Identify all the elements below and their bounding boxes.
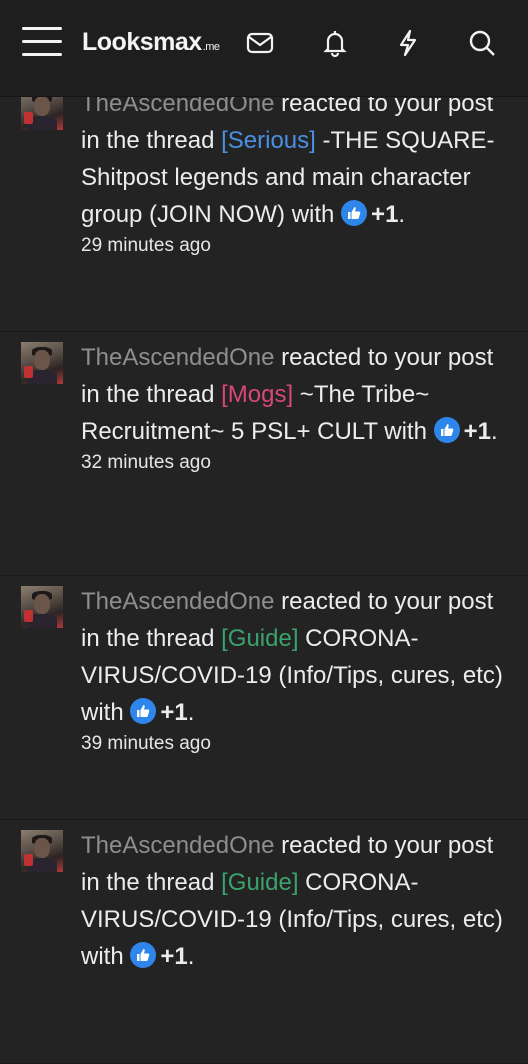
username-link[interactable]: TheAscendedOne	[81, 344, 274, 371]
notification-item[interactable]: TheAscendedOne reacted to your post in t…	[0, 332, 528, 576]
notification-text: TheAscendedOne reacted to your post in t…	[81, 339, 511, 476]
notification-text: TheAscendedOne reacted to your post in t…	[81, 583, 511, 757]
menu-icon[interactable]	[22, 27, 62, 57]
reaction-label: +1	[463, 418, 491, 445]
logo-tld: .me	[202, 41, 220, 53]
reaction-label: +1	[371, 201, 399, 228]
notification-end: .	[187, 699, 195, 726]
thumbs-up-icon	[130, 698, 157, 724]
avatar[interactable]	[21, 586, 63, 628]
bell-icon[interactable]	[320, 28, 350, 58]
notification-end: .	[490, 418, 498, 445]
site-logo[interactable]: Looksmax.me	[82, 28, 220, 57]
notification-text: TheAscendedOne reacted to your post in t…	[81, 85, 511, 259]
avatar[interactable]	[21, 830, 63, 872]
notification-feed: TheAscendedOne reacted to your post in t…	[0, 78, 528, 1064]
thread-prefix[interactable]: [Guide]	[221, 869, 298, 896]
thumbs-up-icon	[341, 200, 368, 226]
notification-item[interactable]: TheAscendedOne reacted to your post in t…	[0, 820, 528, 1064]
username-link[interactable]: TheAscendedOne	[81, 832, 274, 859]
logo-text: Looksmax	[82, 28, 202, 56]
notification-end: .	[398, 201, 406, 228]
reaction-label: +1	[160, 699, 188, 726]
thumbs-up-icon	[433, 417, 460, 443]
search-icon[interactable]	[467, 28, 497, 58]
notification-text: TheAscendedOne reacted to your post in t…	[81, 827, 511, 975]
notification-end: .	[187, 943, 195, 970]
reaction-label: +1	[160, 943, 188, 970]
notification-item[interactable]: TheAscendedOne reacted to your post in t…	[0, 78, 528, 332]
thread-prefix[interactable]: [Serious]	[221, 127, 316, 154]
envelope-icon[interactable]	[245, 28, 275, 58]
notification-item[interactable]: TheAscendedOne reacted to your post in t…	[0, 576, 528, 820]
lightning-icon[interactable]	[393, 28, 423, 58]
top-navigation-bar: Looksmax.me	[0, 0, 528, 97]
thumbs-up-icon	[130, 942, 157, 968]
timestamp[interactable]: 32 minutes ago	[81, 450, 511, 476]
thread-prefix[interactable]: [Guide]	[221, 625, 298, 652]
avatar[interactable]	[21, 342, 63, 384]
timestamp[interactable]: 29 minutes ago	[81, 233, 511, 259]
thread-prefix[interactable]: [Mogs]	[221, 381, 293, 408]
username-link[interactable]: TheAscendedOne	[81, 588, 274, 615]
timestamp[interactable]: 39 minutes ago	[81, 731, 511, 757]
